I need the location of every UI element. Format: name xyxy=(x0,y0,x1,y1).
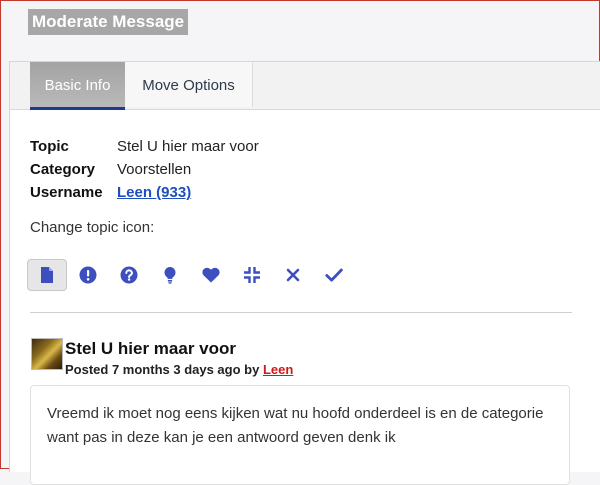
document-icon[interactable] xyxy=(27,259,67,291)
post-meta-text: Posted 7 months 3 days ago by xyxy=(65,362,260,377)
lightbulb-icon[interactable] xyxy=(150,259,190,291)
moderate-panel: Basic Info Move Options Topic Stel U hie… xyxy=(9,61,600,485)
heart-icon[interactable] xyxy=(191,259,231,291)
category-row: Category Voorstellen xyxy=(30,158,259,181)
exclamation-icon[interactable] xyxy=(68,259,108,291)
question-icon[interactable] xyxy=(109,259,149,291)
post-author-link[interactable]: Leen xyxy=(263,362,293,377)
tab-move-options[interactable]: Move Options xyxy=(125,62,253,107)
topic-value: Stel U hier maar voor xyxy=(117,138,259,155)
tab-bar: Basic Info Move Options xyxy=(10,62,600,110)
page-title: Moderate Message xyxy=(28,9,189,35)
username-row: Username Leen (933) xyxy=(30,181,259,204)
section-divider xyxy=(30,312,572,313)
avatar xyxy=(31,338,63,370)
post-title: Stel U hier maar voor xyxy=(65,339,237,358)
close-icon[interactable] xyxy=(273,259,313,291)
topic-info: Topic Stel U hier maar voor Category Voo… xyxy=(30,135,259,204)
post-meta: Posted 7 months 3 days ago by Leen xyxy=(65,362,293,377)
change-topic-icon-label: Change topic icon: xyxy=(30,219,155,236)
username-link[interactable]: Leen (933) xyxy=(117,181,191,204)
username-label: Username xyxy=(30,184,103,201)
tab-basic-info[interactable]: Basic Info xyxy=(30,62,125,110)
category-value: Voorstellen xyxy=(117,161,192,178)
post-body: Vreemd ik moet nog eens kijken wat nu ho… xyxy=(30,385,570,485)
topic-row: Topic Stel U hier maar voor xyxy=(30,135,259,158)
topic-label: Topic xyxy=(30,138,69,155)
check-icon[interactable] xyxy=(314,259,354,291)
compress-icon[interactable] xyxy=(232,259,272,291)
category-label: Category xyxy=(30,161,96,178)
